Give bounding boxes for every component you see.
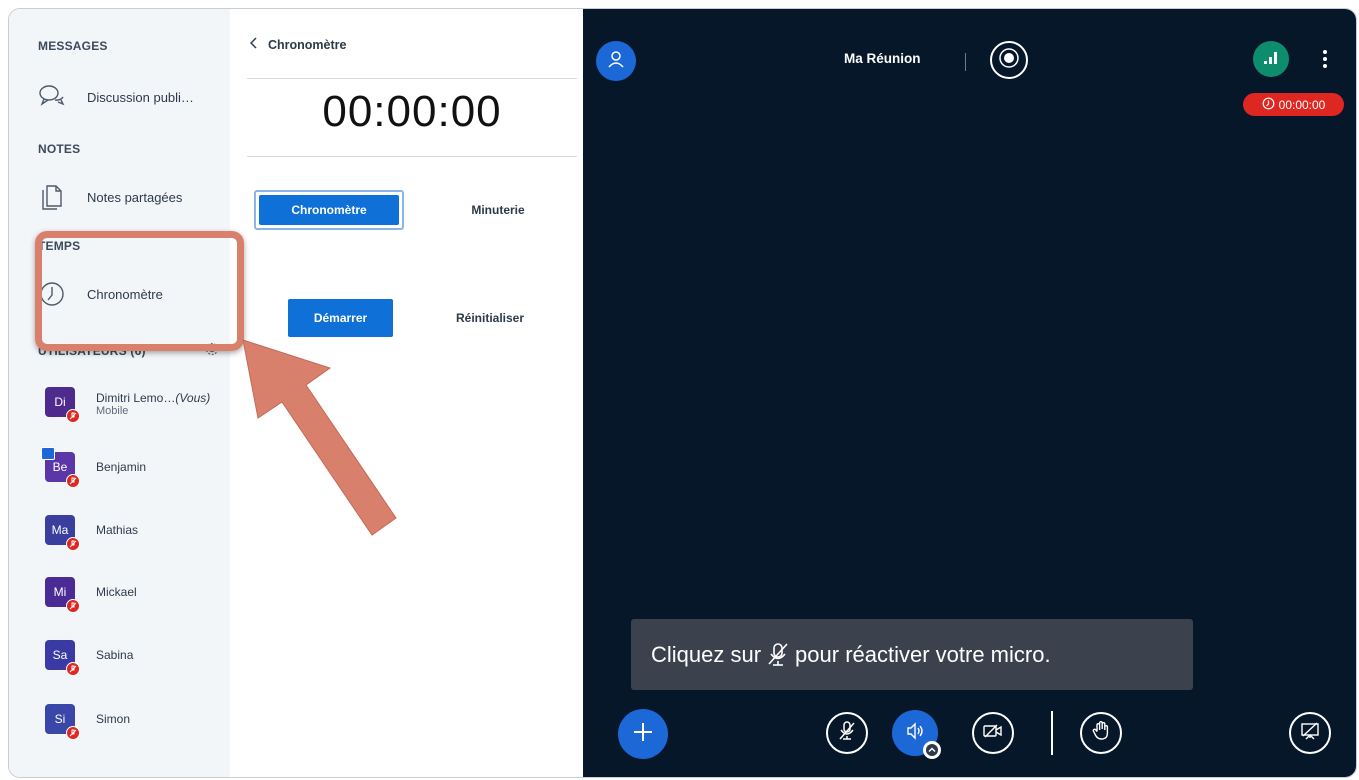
avatar: Di <box>45 387 80 423</box>
mic-off-icon <box>838 720 856 746</box>
camera-off-icon <box>983 723 1003 744</box>
annotation-highlight-box <box>35 231 244 351</box>
divider <box>247 156 577 157</box>
unmute-button[interactable] <box>826 712 868 754</box>
clock-icon <box>1262 97 1275 113</box>
recording-time: 00:00:00 <box>1278 97 1326 112</box>
user-name: Sabina <box>96 648 134 662</box>
avatar-initials: Sa <box>52 648 68 662</box>
mic-muted-badge-icon <box>66 662 80 676</box>
avatar-initials: Ma <box>51 523 69 537</box>
recording-timer-badge: 00:00:00 <box>1243 93 1344 116</box>
user-list-item[interactable]: Mi Mickael <box>45 577 229 621</box>
avatar-initials: Be <box>52 460 68 474</box>
avatar-initials: Di <box>54 395 66 409</box>
chevron-left-icon <box>249 37 258 52</box>
notes-icon <box>35 180 69 214</box>
avatar: Ma <box>45 515 80 551</box>
avatar: Sa <box>45 640 80 676</box>
mic-muted-badge-icon <box>66 474 80 488</box>
chevron-up-icon[interactable] <box>923 741 941 759</box>
hand-icon <box>1092 720 1110 746</box>
mic-muted-badge-icon <box>66 537 80 551</box>
presentation-button[interactable] <box>1289 712 1331 754</box>
presentation-off-icon <box>1300 721 1320 746</box>
title-divider <box>965 53 966 71</box>
tab-timer[interactable]: Minuterie <box>438 195 558 225</box>
tab-stopwatch[interactable]: Chronomètre <box>259 195 399 225</box>
user-name: Mickael <box>96 585 137 599</box>
avatar: Mi <box>45 577 80 613</box>
meeting-area: Ma Réunion 00:00:00 Cliquez sur pour réa… <box>583 9 1356 777</box>
user-list-item[interactable]: Di Dimitri Lemo…(Vous) Mobile <box>45 387 229 431</box>
user-name: Dimitri Lemo… <box>96 391 176 405</box>
reset-button[interactable]: Réinitialiser <box>430 299 550 337</box>
record-button[interactable] <box>990 41 1028 79</box>
record-icon <box>998 47 1020 74</box>
user-name: Mathias <box>96 523 139 537</box>
user-list-item[interactable]: Si Simon <box>45 704 229 748</box>
user-list-item[interactable]: Be Benjamin <box>41 447 229 496</box>
connection-icon <box>1262 49 1280 70</box>
meeting-title: Ma Réunion <box>844 51 921 66</box>
user-menu-button[interactable] <box>596 41 636 81</box>
presenter-badge-icon <box>41 447 55 460</box>
avatar-initials: Si <box>54 712 66 726</box>
user-name: Simon <box>96 712 131 726</box>
speaker-icon <box>905 721 925 745</box>
audio-button[interactable] <box>892 710 941 759</box>
sidebar: MESSAGES Discussion publi… NOTES Notes p… <box>9 9 230 777</box>
user-list-item[interactable]: Sa Sabina <box>45 640 229 684</box>
mic-muted-badge-icon <box>66 409 80 423</box>
connection-status-button[interactable] <box>1253 41 1289 77</box>
controls-divider <box>1051 711 1053 755</box>
user-list-item[interactable]: Ma Mathias <box>45 515 229 559</box>
stopwatch-display: 00:00:00 <box>322 87 502 136</box>
sidebar-item-shared-notes[interactable]: Notes partagées <box>35 177 225 217</box>
divider <box>247 78 577 79</box>
mic-muted-badge-icon <box>66 599 80 613</box>
chat-icon <box>35 80 69 114</box>
toast-text-after: pour réactiver votre micro. <box>795 641 1051 667</box>
plus-icon <box>632 721 654 748</box>
start-button[interactable]: Démarrer <box>288 299 393 337</box>
avatar: Si <box>45 704 80 740</box>
app-window: MESSAGES Discussion publi… NOTES Notes p… <box>8 8 1357 778</box>
avatar: Be <box>41 447 80 488</box>
toast-text-before: Cliquez sur <box>651 641 762 667</box>
sidebar-item-public-chat[interactable]: Discussion publi… <box>35 77 225 117</box>
public-chat-label: Discussion publi… <box>87 89 194 105</box>
unmute-hint-toast: Cliquez sur pour réactiver votre micro. <box>631 619 1193 690</box>
user-name: Benjamin <box>96 460 147 474</box>
mic-off-icon <box>767 642 789 668</box>
panel-back-button[interactable]: Chronomètre <box>249 37 347 52</box>
more-vert-icon[interactable] <box>1317 45 1333 73</box>
panel-title: Chronomètre <box>268 37 347 52</box>
user-device: Mobile <box>96 405 129 417</box>
messages-section-title: MESSAGES <box>38 39 108 53</box>
raise-hand-button[interactable] <box>1080 712 1122 754</box>
you-tag: (Vous) <box>175 391 211 405</box>
stopwatch-panel: Chronomètre 00:00:00 Chronomètre Minuter… <box>230 9 583 777</box>
mic-muted-badge-icon <box>66 726 80 740</box>
actions-button[interactable] <box>618 709 668 759</box>
user-icon <box>607 50 625 73</box>
notes-section-title: NOTES <box>38 142 81 156</box>
camera-button[interactable] <box>972 712 1014 754</box>
avatar-initials: Mi <box>53 585 67 599</box>
shared-notes-label: Notes partagées <box>87 189 183 205</box>
